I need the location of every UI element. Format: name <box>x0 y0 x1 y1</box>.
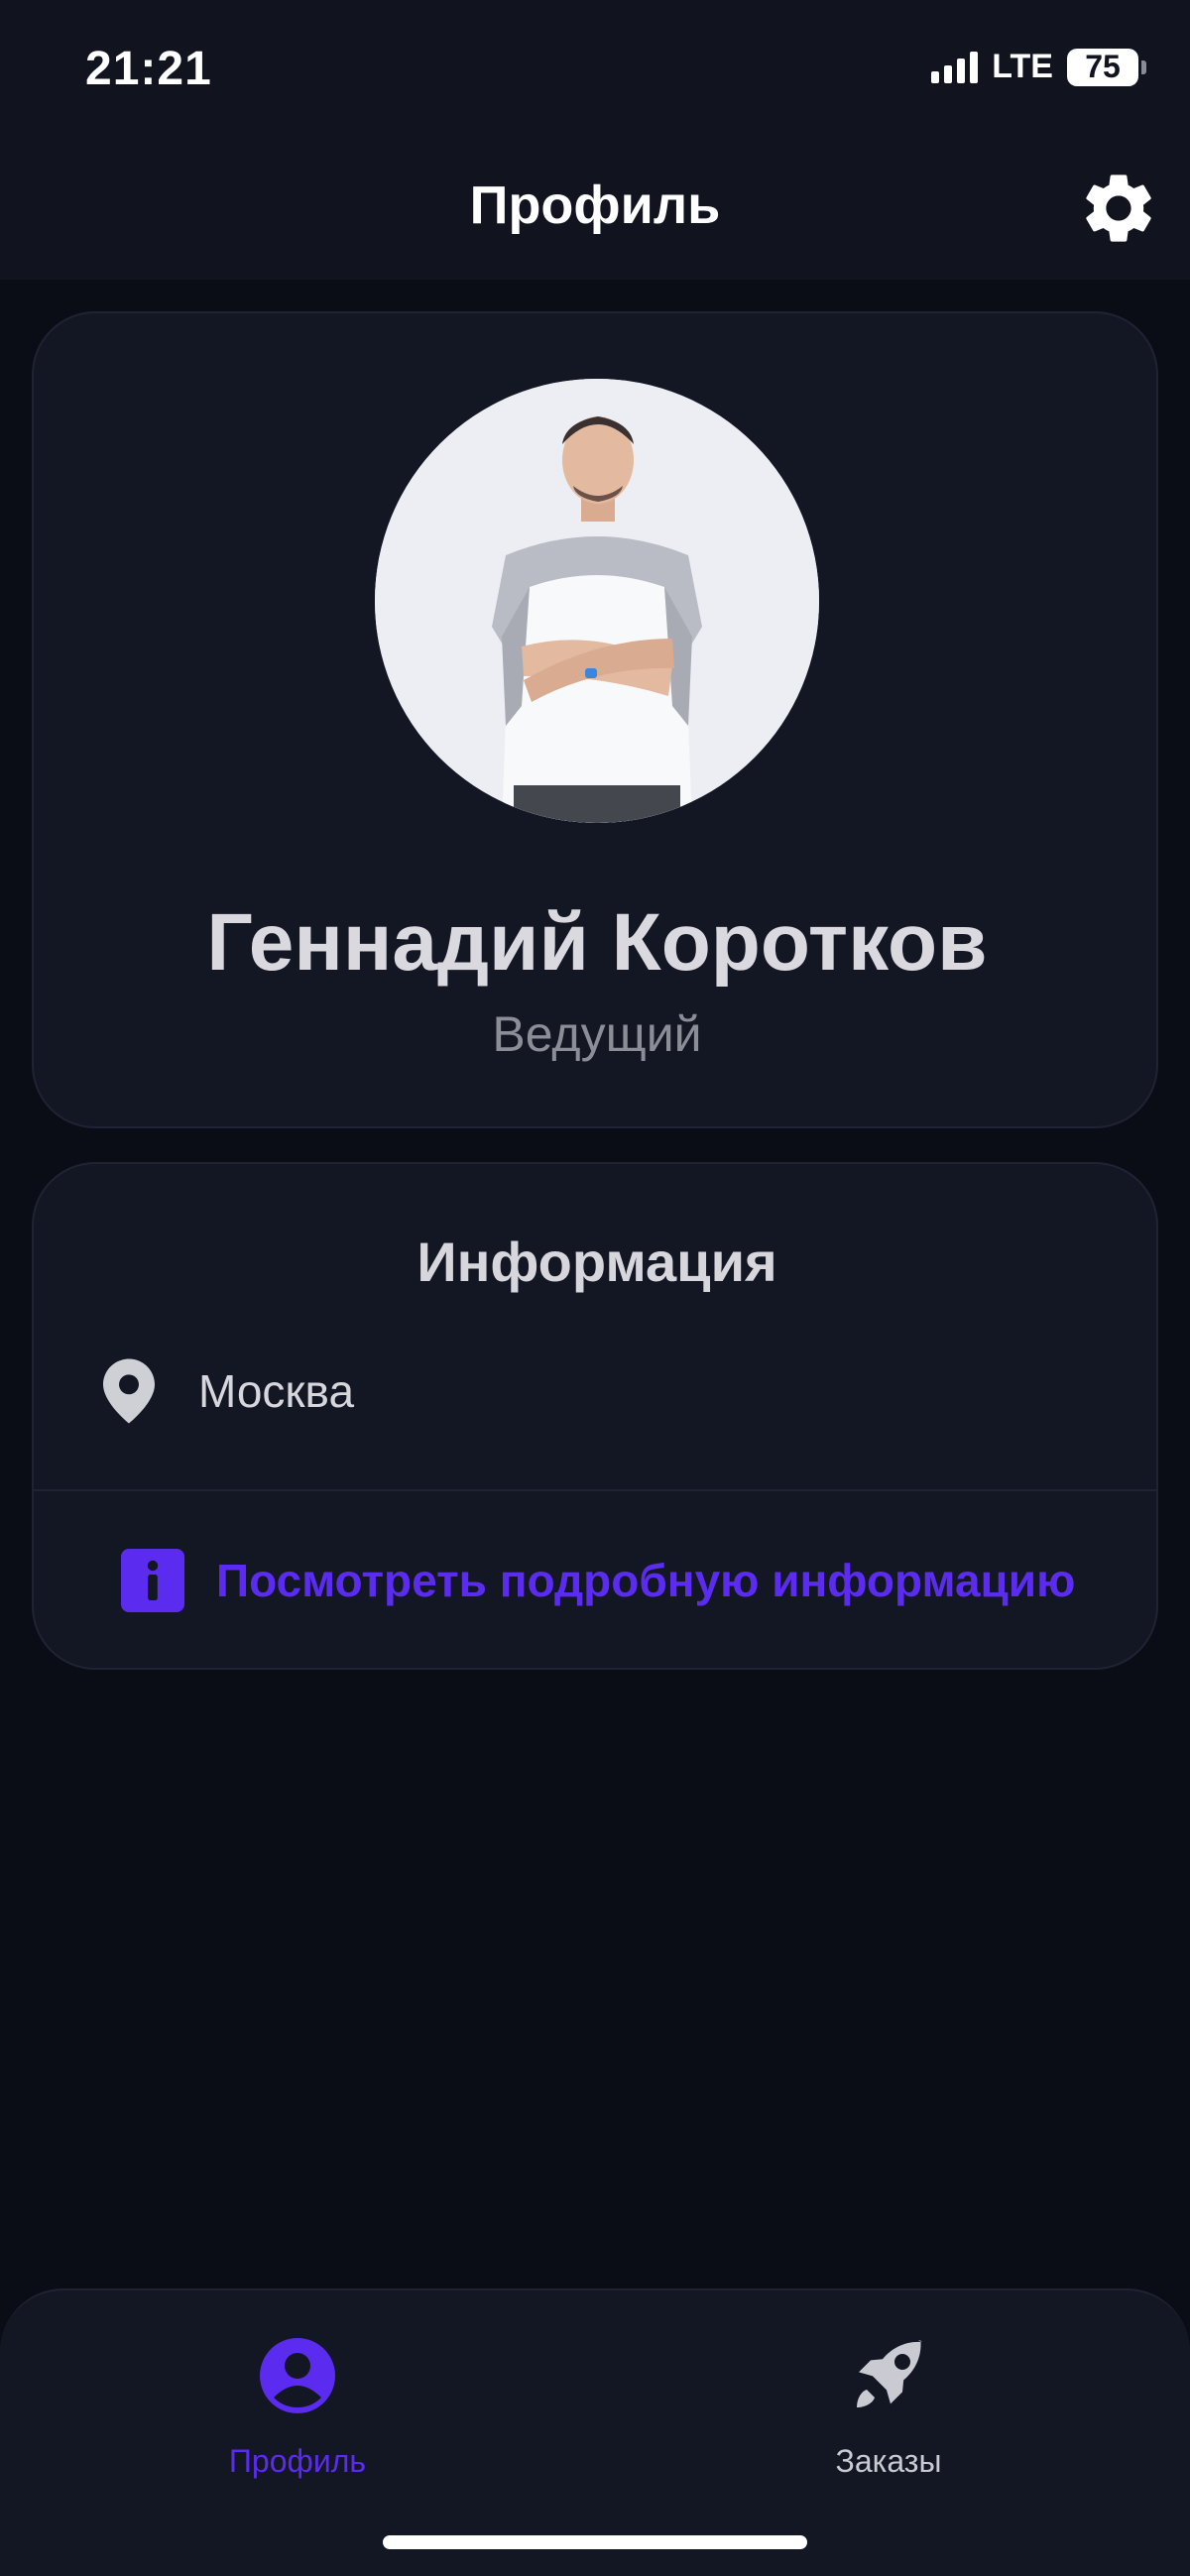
tab-orders[interactable]: Заказы <box>740 2336 1037 2480</box>
location-city: Москва <box>198 1365 355 1417</box>
avatar <box>375 379 819 823</box>
rocket-icon <box>857 2340 922 2407</box>
network-type: LTE <box>992 48 1053 85</box>
home-indicator <box>383 2535 807 2549</box>
tab-profile[interactable]: Профиль <box>149 2336 446 2480</box>
user-circle-icon <box>260 2338 335 2413</box>
status-time: 21:21 <box>85 43 212 95</box>
avatar-photo <box>375 379 819 823</box>
tab-orders-label: Заказы <box>835 2443 942 2479</box>
view-details-link[interactable]: Посмотреть подробную информацию <box>121 1549 1075 1612</box>
profile-card: Геннадий Коротков Ведущий <box>32 311 1158 1128</box>
tab-profile-label: Профиль <box>228 2443 367 2479</box>
battery-icon: 75 <box>1067 48 1146 86</box>
signal-icon <box>931 51 979 83</box>
location-row: Москва <box>103 1358 354 1424</box>
page-title: Профиль <box>469 176 721 235</box>
settings-button[interactable] <box>1077 167 1160 250</box>
profile-name: Геннадий Коротков <box>206 897 988 988</box>
view-details-label: Посмотреть подробную информацию <box>216 1555 1076 1606</box>
gear-icon <box>1086 175 1151 242</box>
map-pin-icon <box>103 1358 155 1424</box>
status-indicators: LTE 75 <box>931 48 1146 86</box>
info-title: Информация <box>416 1230 777 1293</box>
app-header: Профиль <box>0 139 1190 280</box>
bottom-tab-bar: Профиль Заказы <box>0 2288 1190 2576</box>
battery-level: 75 <box>1085 49 1121 84</box>
profile-screen: 21:21 LTE 75 Профиль Геннадий Коротков В… <box>0 0 1190 2576</box>
status-bar: 21:21 LTE 75 <box>0 0 1190 139</box>
profile-role: Ведущий <box>492 1006 702 1062</box>
info-card: Информация Москва Посмотреть подробную и… <box>32 1162 1158 1670</box>
info-icon <box>121 1549 184 1612</box>
divider <box>34 1489 1156 1491</box>
